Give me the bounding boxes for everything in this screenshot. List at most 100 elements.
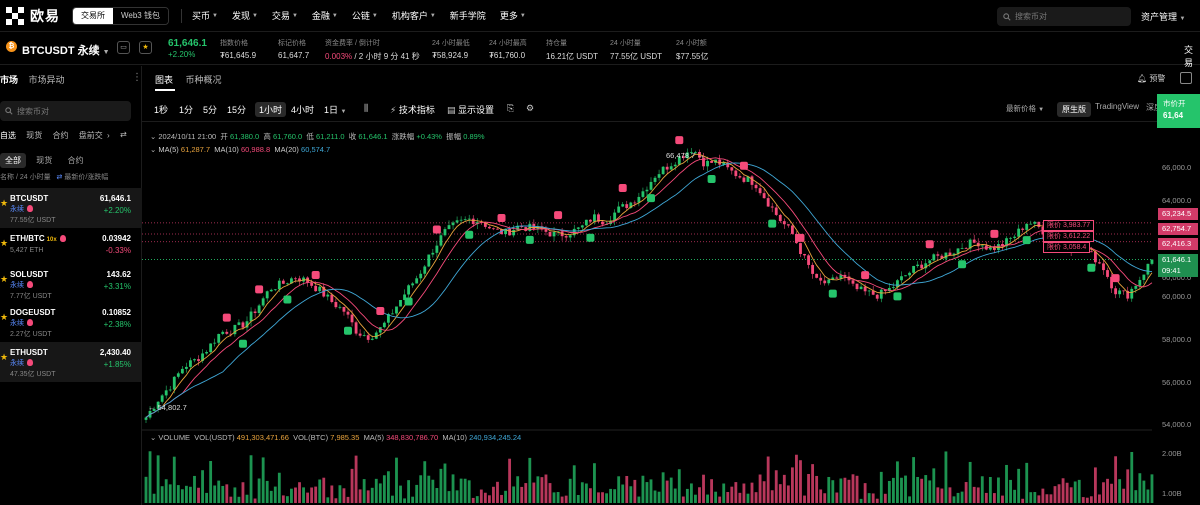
price-type-select[interactable]: 最新价格 ▼ bbox=[1006, 103, 1044, 114]
nav-item-buy[interactable]: 买币 ▼ bbox=[192, 9, 218, 22]
volume-bar bbox=[689, 483, 693, 503]
candle bbox=[778, 214, 782, 222]
favorite-star-icon[interactable]: ★ bbox=[139, 41, 152, 54]
candle-type-icon[interactable]: ⫼ bbox=[364, 103, 368, 114]
volume-bar bbox=[374, 478, 378, 503]
tab-chart[interactable]: 图表 bbox=[155, 75, 173, 85]
nav-item-more[interactable]: 更多 ▼ bbox=[500, 9, 526, 22]
alert-button[interactable]: 🔔︎ 预警 bbox=[1137, 73, 1165, 84]
candle bbox=[920, 264, 924, 269]
volume-bar bbox=[629, 486, 633, 503]
sell-marker bbox=[675, 136, 684, 145]
timeframe-15m[interactable]: 15分 bbox=[227, 103, 246, 116]
price-chart[interactable] bbox=[142, 128, 1158, 505]
candle bbox=[176, 373, 180, 377]
volume-bar bbox=[795, 454, 798, 503]
list-item[interactable]: ★ DOGEUSDT 永续 2.27亿 USDT 0.10852 +2.38% bbox=[0, 302, 142, 342]
indicator-icon: ⚡︎ bbox=[390, 105, 397, 115]
sidebar-menu-icon[interactable]: ⋮ bbox=[132, 72, 142, 83]
nav-item-discover[interactable]: 发现 ▼ bbox=[232, 9, 258, 22]
volume-bar bbox=[613, 489, 617, 503]
chevron-right-icon[interactable]: › bbox=[107, 131, 110, 140]
list-item[interactable]: ★ ETHUSDT 永续 47.35亿 USDT 2,430.40 +1.85% bbox=[0, 342, 142, 382]
info-icon[interactable]: ▭ bbox=[117, 41, 130, 54]
volume-bar bbox=[386, 471, 390, 503]
volume-bar bbox=[1053, 486, 1057, 503]
tab-coin-overview[interactable]: 币种概况 bbox=[186, 75, 222, 85]
nav-item-institutional[interactable]: 机构客户 ▼ bbox=[392, 9, 436, 22]
display-settings-button[interactable]: ▤ 显示设置 bbox=[447, 103, 494, 116]
filter-contract[interactable]: 合约 bbox=[52, 131, 68, 140]
star-icon[interactable]: ★ bbox=[0, 352, 8, 363]
candle bbox=[342, 306, 346, 312]
list-item[interactable]: ★ ETH/BTC 10x 5,427 ETH 0.03942 -0.33% bbox=[0, 228, 142, 268]
snapshot-icon[interactable]: ⎘ bbox=[507, 103, 514, 114]
volume-bar bbox=[863, 483, 867, 503]
timeframe-1d[interactable]: 1日 ▼ bbox=[324, 103, 346, 116]
nav-item-chain[interactable]: 公链 ▼ bbox=[352, 9, 378, 22]
volume-bar bbox=[633, 479, 637, 503]
pair-selector[interactable]: BTCUSDT 永续 ▼ bbox=[22, 42, 110, 58]
trade-panel-tab[interactable]: 交易 bbox=[1184, 43, 1200, 69]
limit-order-marker[interactable]: 限价 3,983.77 bbox=[1043, 220, 1095, 231]
sort-toggle-icon[interactable]: ⇄ bbox=[57, 174, 63, 181]
nav-item-trade[interactable]: 交易 ▼ bbox=[272, 9, 298, 22]
filter-spot[interactable]: 现货 bbox=[26, 131, 42, 140]
star-icon[interactable]: ★ bbox=[0, 274, 8, 285]
filter-premarket[interactable]: 盘前交 bbox=[79, 131, 103, 140]
timeframe-1m[interactable]: 1分 bbox=[179, 103, 193, 116]
list-item[interactable]: ★ SOLUSDT 永续 7.77亿 USDT 143.62 +3.31% bbox=[0, 264, 142, 304]
tab-market[interactable]: 市场 bbox=[0, 75, 18, 85]
candle bbox=[1114, 288, 1118, 295]
swap-icon[interactable]: ⇄ bbox=[120, 130, 127, 139]
stat-index-price: 指数价格 ₮61,645.9 bbox=[220, 40, 257, 60]
timeframe-4h[interactable]: 4小时 bbox=[291, 103, 314, 116]
limit-order-marker[interactable]: 限价 3,612.22 bbox=[1043, 231, 1095, 242]
view-tradingview[interactable]: TradingView bbox=[1095, 102, 1139, 111]
sort-price-change[interactable]: 最新价/涨跌幅 bbox=[64, 174, 108, 181]
market-open-button[interactable]: 市价开 61,64 bbox=[1157, 94, 1200, 128]
volume-bar bbox=[306, 492, 310, 503]
gear-icon[interactable]: ⚙ bbox=[526, 103, 534, 114]
volume-bar bbox=[467, 480, 471, 503]
volume-bar bbox=[657, 491, 661, 503]
tab-movers[interactable]: 市场异动 bbox=[29, 75, 65, 85]
candle bbox=[980, 245, 984, 247]
high-marker: 66,478.7 → bbox=[666, 151, 705, 160]
okx-logo[interactable]: 欧易 bbox=[6, 6, 66, 26]
volume-bar bbox=[273, 486, 277, 503]
candle bbox=[326, 294, 330, 297]
list-item[interactable]: ★ BTCUSDT 永续 77.55亿 USDT 61,646.1 +2.20% bbox=[0, 188, 142, 228]
sort-header: 名称 / 24 小时量 ⇄ 最新价/涨跌幅 bbox=[0, 172, 108, 182]
star-icon[interactable]: ★ bbox=[0, 312, 8, 323]
indicators-button[interactable]: ⚡︎ 技术指标 bbox=[390, 103, 435, 116]
star-icon[interactable]: ★ bbox=[0, 198, 8, 209]
volume-bar bbox=[669, 477, 673, 503]
sidebar-search-input[interactable]: 搜索币对 bbox=[0, 101, 131, 121]
mode-exchange-button[interactable]: 交易所 bbox=[73, 7, 113, 24]
nav-item-academy[interactable]: 新手学院 bbox=[450, 9, 486, 22]
filter-favorites[interactable]: 自选 bbox=[0, 131, 16, 140]
subtab-all[interactable]: 全部 bbox=[0, 153, 26, 168]
volume-bar bbox=[710, 479, 714, 503]
nav-item-finance[interactable]: 金融 ▼ bbox=[312, 9, 338, 22]
limit-order-marker[interactable]: 限价 3,058.4 bbox=[1043, 242, 1091, 253]
mode-web3-button[interactable]: Web3 钱包 bbox=[113, 7, 168, 24]
volume-bar bbox=[496, 481, 499, 503]
candle bbox=[435, 245, 439, 253]
volume-bar bbox=[1089, 496, 1093, 503]
top-search-input[interactable]: 搜索币对 bbox=[997, 7, 1131, 26]
timeframe-5m[interactable]: 5分 bbox=[203, 103, 217, 116]
candle bbox=[960, 248, 964, 249]
subtab-contract[interactable]: 合约 bbox=[62, 153, 88, 168]
sort-name-volume[interactable]: 名称 / 24 小时量 bbox=[0, 174, 51, 181]
subtab-spot[interactable]: 现货 bbox=[31, 153, 57, 168]
view-native[interactable]: 原生版 bbox=[1057, 102, 1091, 117]
timeframe-1s[interactable]: 1秒 bbox=[154, 103, 168, 116]
fullscreen-icon[interactable] bbox=[1180, 72, 1192, 84]
bell-icon: 🔔︎ bbox=[1137, 74, 1148, 83]
timeframe-1h[interactable]: 1小时 bbox=[255, 102, 287, 117]
display-icon: ▤ bbox=[447, 105, 456, 115]
asset-management-menu[interactable]: 资产管理 ▼ bbox=[1141, 10, 1185, 23]
star-icon[interactable]: ★ bbox=[0, 238, 8, 249]
